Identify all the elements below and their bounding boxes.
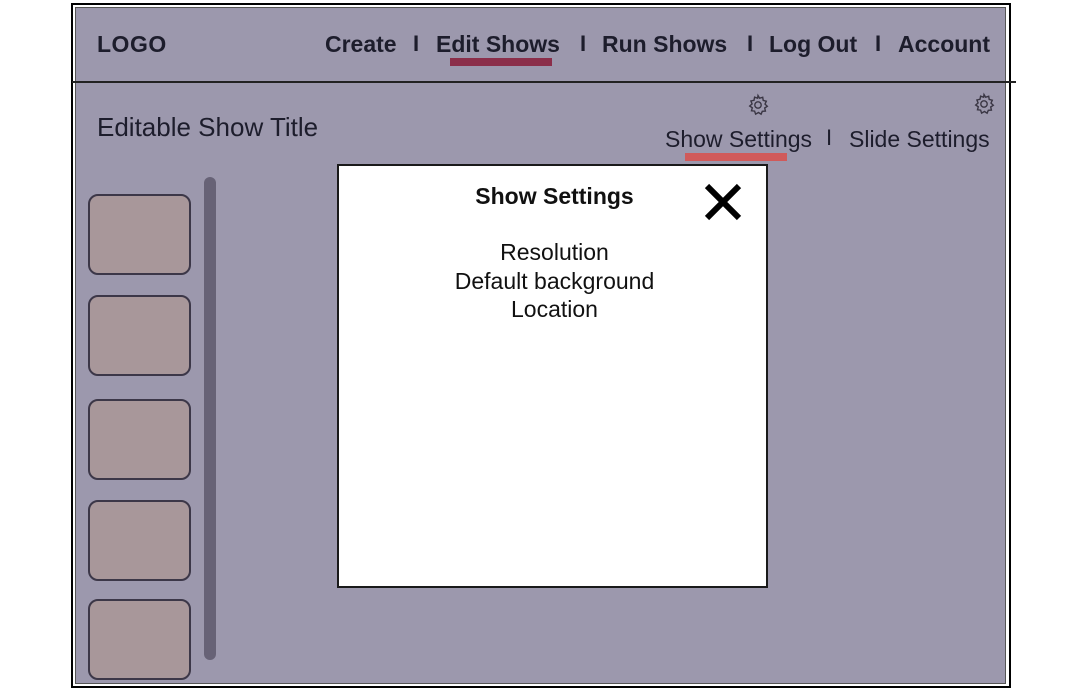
close-icon[interactable] [703,182,743,222]
settings-active-indicator [685,153,787,161]
top-navigation: Create I Edit Shows I Run Shows I Log Ou… [0,31,1080,61]
nav-separator: I [580,31,587,56]
nav-log-out[interactable]: Log Out [769,31,857,58]
option-location[interactable]: Location [339,295,770,324]
slide-settings-link[interactable]: Slide Settings [849,126,990,153]
option-resolution[interactable]: Resolution [339,238,770,267]
show-title[interactable]: Editable Show Title [97,112,318,143]
gear-icon[interactable] [972,92,996,116]
nav-separator: I [413,31,420,56]
option-default-background[interactable]: Default background [339,267,770,296]
slide-thumbnail[interactable] [88,399,191,480]
nav-active-indicator [450,58,552,66]
nav-edit-shows[interactable]: Edit Shows [436,31,560,58]
nav-run-shows[interactable]: Run Shows [602,31,727,58]
slide-thumbnail[interactable] [88,599,191,680]
nav-separator: I [747,31,754,56]
header-divider [72,81,1016,83]
thumbnail-scrollbar[interactable] [204,177,216,660]
show-settings-modal: Show Settings Resolution Default backgro… [337,164,768,588]
nav-separator: I [875,31,882,56]
slide-thumbnail[interactable] [88,295,191,376]
slide-thumbnail[interactable] [88,500,191,581]
settings-separator: I [826,125,833,150]
slide-thumbnail[interactable] [88,194,191,275]
show-settings-link[interactable]: Show Settings [665,126,812,153]
nav-account[interactable]: Account [898,31,990,58]
nav-create[interactable]: Create [325,31,397,58]
gear-icon[interactable] [746,93,770,117]
modal-options-list: Resolution Default background Location [339,238,770,324]
